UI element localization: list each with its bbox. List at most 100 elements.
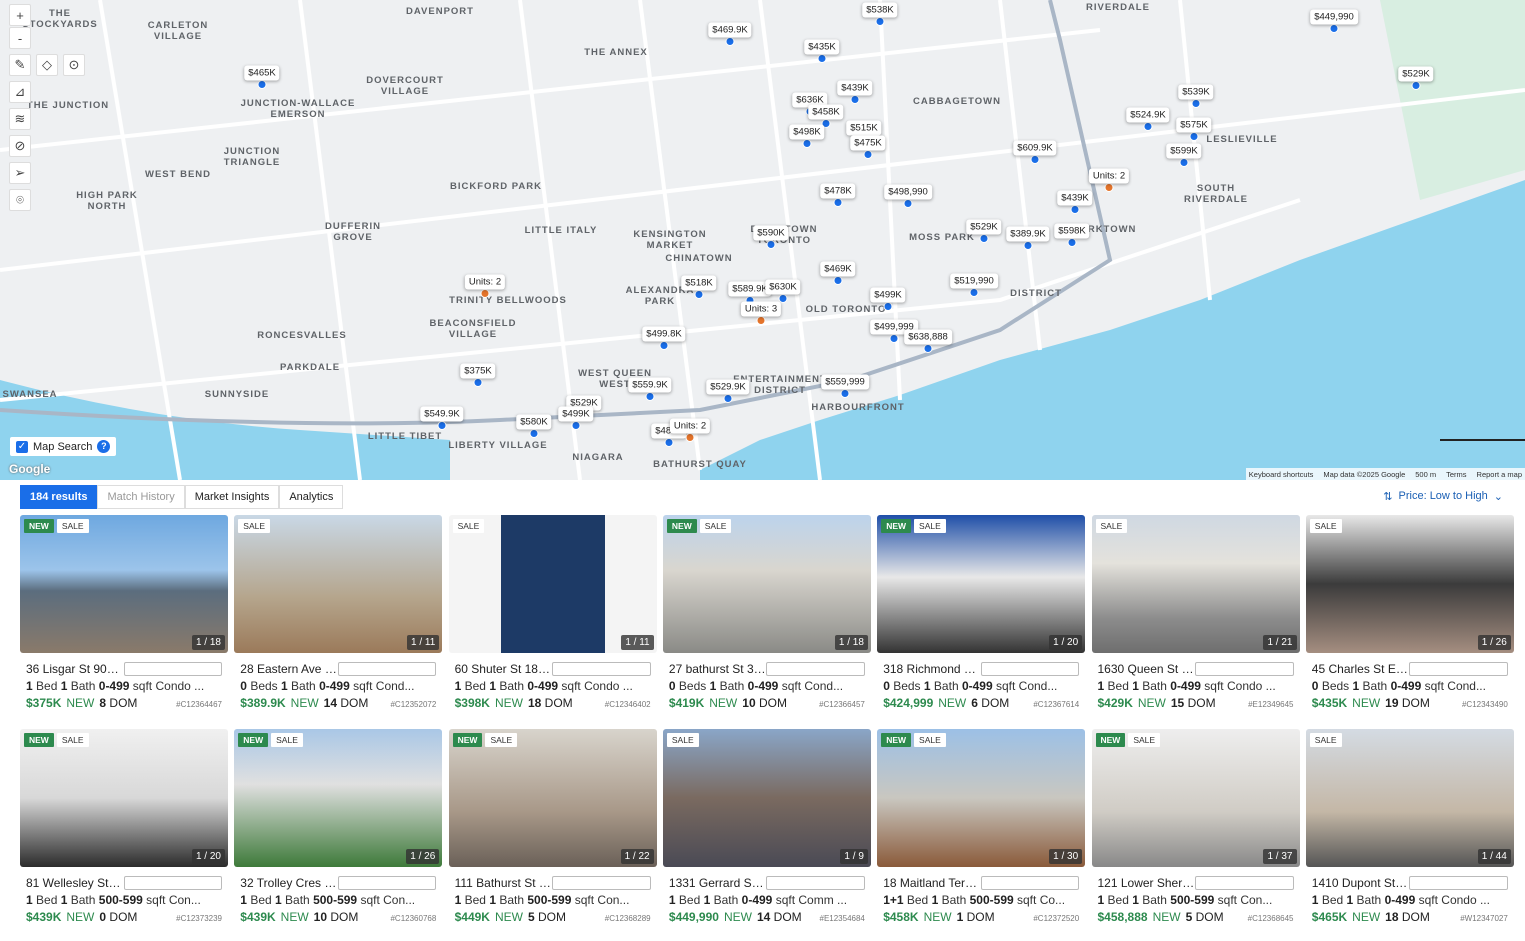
price-marker[interactable]: $524.9K <box>1126 107 1170 123</box>
listing-address[interactable]: 18 Maitland Terr 2403, Toronto <box>883 876 981 890</box>
price-marker[interactable]: $559.9K <box>628 377 672 393</box>
listing-photo[interactable]: NEW SALE 1 / 18 <box>20 515 228 653</box>
price-marker[interactable]: $458K <box>808 104 844 120</box>
compare-checkbox[interactable] <box>1409 661 1508 676</box>
price-marker[interactable]: $539K <box>1178 84 1214 100</box>
price-marker[interactable]: $575K <box>1176 117 1212 133</box>
compare-checkbox[interactable] <box>552 661 651 676</box>
listing-pin[interactable] <box>1411 81 1421 90</box>
terms-link[interactable]: Terms <box>1446 470 1466 479</box>
compare-checkbox[interactable] <box>766 875 865 890</box>
listing-pin[interactable] <box>969 288 979 297</box>
listing-card[interactable]: NEWSALE1 / 1836 Lisgar St 908E, Toronto1… <box>20 515 228 710</box>
listing-card[interactable]: SALE 1 / 44 1410 Dupont St 2708, Toronto 1 … <box>1305 729 1514 924</box>
listing-pin[interactable] <box>694 290 704 299</box>
draw-pencil-icon[interactable]: ✎ <box>9 54 31 76</box>
listing-address[interactable]: 60 Shuter St 1810, Toronto <box>455 662 553 676</box>
price-marker[interactable]: $499.8K <box>642 326 686 342</box>
listing-pin[interactable] <box>529 429 539 438</box>
listing-photo[interactable]: NEW SALE 1 / 20 <box>20 729 228 867</box>
measure-icon[interactable]: ⊿ <box>9 81 31 103</box>
listing-pin[interactable] <box>437 421 447 430</box>
price-marker[interactable]: $538K <box>862 2 898 18</box>
tab-match-history[interactable]: Match History <box>97 485 185 509</box>
price-marker[interactable]: $529K <box>1398 66 1434 82</box>
listing-address[interactable]: 318 Richmond St W 1810, Tor... <box>883 662 981 676</box>
listing-pin[interactable] <box>840 389 850 398</box>
price-marker[interactable]: $389.9K <box>1006 226 1050 242</box>
listing-address[interactable]: 36 Lisgar St 908E, Toronto <box>26 662 124 676</box>
price-marker[interactable]: $518K <box>681 275 717 291</box>
cluster-marker[interactable]: Units: 2 <box>464 274 506 290</box>
compare-checkbox[interactable] <box>1195 661 1294 676</box>
listing-pin[interactable] <box>1189 132 1199 141</box>
listing-pin[interactable] <box>723 394 733 403</box>
listing-address[interactable]: 27 bathurst St 301w, Toronto <box>669 662 767 676</box>
map[interactable]: THE STOCKYARDS CARLETON VILLAGE DAVENPORT D… <box>0 0 1525 480</box>
cluster-pin[interactable] <box>756 316 766 325</box>
listing-pin[interactable] <box>1143 122 1153 131</box>
listing-pin[interactable] <box>659 341 669 350</box>
compare-checkbox[interactable] <box>980 875 1080 890</box>
listing-address[interactable]: 28 Eastern Ave 533, Toronto <box>240 662 338 676</box>
price-marker[interactable]: $515K <box>846 120 882 136</box>
listing-pin[interactable] <box>645 392 655 401</box>
listing-pin[interactable] <box>664 438 674 447</box>
listing-card[interactable]: NEWSALE1 / 26 32 Trolley Cres 423, Toront… <box>234 729 443 924</box>
listing-photo[interactable]: SALE 1 / 11 <box>234 515 443 653</box>
compass-icon[interactable]: ⊘ <box>9 135 31 157</box>
listing-pin[interactable] <box>802 139 812 148</box>
map-search-toggle[interactable]: ✓ Map Search ? <box>10 437 117 456</box>
cluster-pin[interactable] <box>480 289 490 298</box>
listing-card[interactable]: SALE 1 / 26 45 Charles St E 4503, Toronto 0… <box>1305 515 1514 710</box>
listing-pin[interactable] <box>903 199 913 208</box>
compare-checkbox[interactable] <box>337 875 437 890</box>
cluster-pin[interactable] <box>1104 183 1114 192</box>
compare-checkbox[interactable] <box>980 661 1080 676</box>
zoom-in-button[interactable]: + <box>9 4 31 26</box>
price-marker[interactable]: $598K <box>1054 223 1090 239</box>
listing-pin[interactable] <box>1030 155 1040 164</box>
listing-pin[interactable] <box>257 80 267 89</box>
listing-card[interactable]: SALE 1 / 9 1331 Gerrard St E 2, Toronto 1 B… <box>662 729 871 924</box>
draw-polygon-icon[interactable]: ◇ <box>36 54 58 76</box>
price-marker[interactable]: $499K <box>870 287 906 303</box>
price-marker[interactable]: $529.9K <box>706 379 750 395</box>
listing-card[interactable]: SALE 1 / 11 60 Shuter St 1810, Toronto 1 Be… <box>448 515 657 710</box>
checkbox-checked-icon[interactable]: ✓ <box>16 440 28 453</box>
price-marker[interactable]: $580K <box>516 414 552 430</box>
price-marker[interactable]: $519,990 <box>950 273 998 289</box>
listing-card[interactable]: NEWSALE1 / 20318 Richmond St W 1810, Tor… <box>877 515 1086 710</box>
listing-pin[interactable] <box>979 234 989 243</box>
price-marker[interactable]: $469.9K <box>708 22 752 38</box>
report-map-link[interactable]: Report a map <box>1477 470 1522 479</box>
listing-pin[interactable] <box>1070 205 1080 214</box>
listing-photo[interactable]: SALE 1 / 44 <box>1305 729 1514 867</box>
listing-pin[interactable] <box>833 198 843 207</box>
listing-pin[interactable] <box>1023 241 1033 250</box>
help-icon[interactable]: ? <box>97 440 111 453</box>
listing-card[interactable]: NEWSALE1 / 18 27 bathurst St 301w, Toront… <box>662 515 871 710</box>
listing-pin[interactable] <box>571 421 581 430</box>
listing-address[interactable]: 32 Trolley Cres 423, Toronto <box>240 876 338 890</box>
compare-checkbox[interactable] <box>766 661 865 676</box>
listing-pin[interactable] <box>923 344 933 353</box>
listing-card[interactable]: NEWSALE1 / 3018 Maitland Terr 2403, Toro… <box>877 729 1086 924</box>
listing-pin[interactable] <box>473 378 483 387</box>
listing-address[interactable]: 45 Charles St E 4503, Toronto <box>1312 662 1410 676</box>
price-marker[interactable]: $439K <box>1057 190 1093 206</box>
cluster-marker[interactable]: Units: 3 <box>740 301 782 317</box>
listing-card[interactable]: SALE 1 / 11 28 Eastern Ave 533, Toronto 0 B… <box>234 515 443 710</box>
pin-icon[interactable]: ⌾ <box>9 189 31 211</box>
price-marker[interactable]: $498,990 <box>884 184 932 200</box>
listing-photo[interactable]: NEW SALE 1 / 18 <box>662 515 871 653</box>
compare-checkbox[interactable] <box>337 661 437 676</box>
listing-photo[interactable]: NEW SALE 1 / 26 <box>234 729 443 867</box>
listing-pin[interactable] <box>883 302 893 311</box>
price-marker[interactable]: $475K <box>850 135 886 151</box>
listing-pin[interactable] <box>1329 24 1339 33</box>
tab-market-insights[interactable]: Market Insights <box>184 485 280 509</box>
cluster-pin[interactable] <box>685 433 695 442</box>
listing-pin[interactable] <box>863 150 873 159</box>
listing-address[interactable]: 81 Wellesley St E 1107, Toronto <box>26 876 124 890</box>
